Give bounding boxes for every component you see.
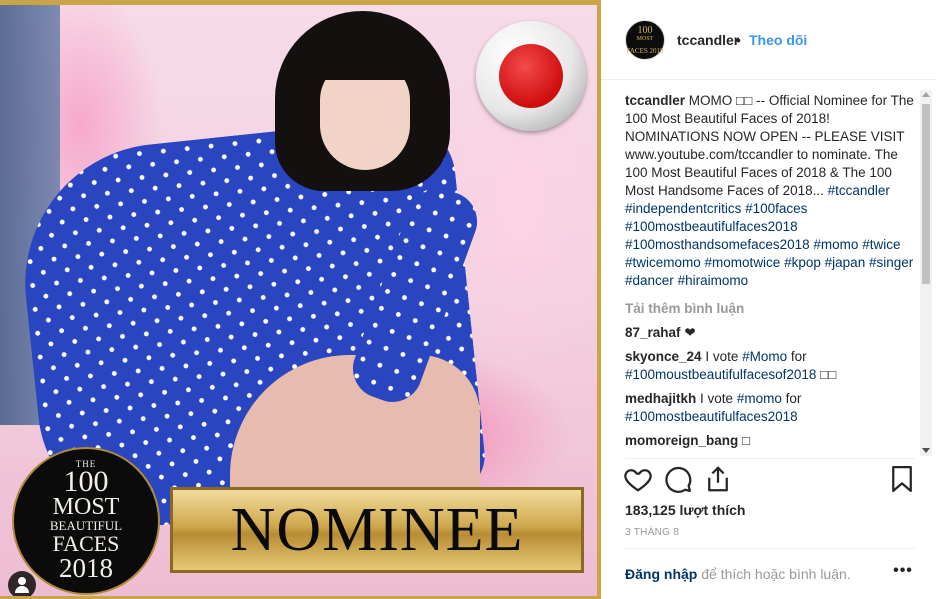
header-username[interactable]: tccandler [677,32,739,48]
person-icon-head [18,577,26,585]
avatar-line: MOST [636,36,654,42]
comment-icon[interactable] [663,464,695,496]
comment-text: for [781,391,802,406]
avatar[interactable]: 100 MOST FACES 2018 [625,20,665,60]
person-icon[interactable] [8,571,36,596]
hashtag-link[interactable]: #100mosthandsomefaces2018 [625,237,810,252]
avatar-line: FACES 2018 [626,47,664,55]
load-more-comments-button[interactable]: Tải thêm bình luận [625,300,915,318]
comments-scrollbar[interactable] [920,90,932,456]
bangs [300,25,430,80]
badge-line: MOST [52,494,120,520]
login-prompt: Đăng nhập để thích hoặc bình luận. [625,566,851,582]
hashtag-link[interactable]: #independentcritics [625,201,741,216]
flag-sun [499,44,563,108]
divider [625,548,915,549]
hashtag-link[interactable]: #hiraimomo [678,273,749,288]
most-beautiful-faces-badge: THE 100 MOST BEAUTIFUL FACES 2018 [12,447,160,595]
post-side-panel: 100 MOST FACES 2018 tccandler • Theo dõi… [601,0,936,599]
follow-button[interactable]: Theo dõi [749,32,807,48]
scroll-down-arrow-icon[interactable] [922,448,930,453]
hashtag-link[interactable]: #japan [825,255,866,270]
hashtag-link[interactable]: #100faces [745,201,807,216]
post-header: 100 MOST FACES 2018 tccandler • Theo dõi [601,0,936,80]
divider [625,458,915,459]
hashtag-link[interactable]: #tccandler [828,183,890,198]
more-options-button[interactable]: ••• [891,562,915,582]
comment-username[interactable]: medhajitkh [625,391,696,406]
post-photo[interactable]: THE 100 MOST BEAUTIFUL FACES 2018 NOMINE… [0,0,601,599]
post-date[interactable]: 3 THÁNG 8 [625,527,679,538]
hashtag-link[interactable]: #100mostbeautifulfaces2018 [625,219,798,234]
login-prompt-text: để thích hoặc bình luận. [697,566,851,582]
heart-icon[interactable] [623,464,655,496]
comment: 87_rahaf ❤ [625,324,915,342]
hashtag-link[interactable]: #Momo [742,349,787,364]
hashtag-link[interactable]: #twice [862,237,900,252]
comment-text: □ [742,433,751,448]
caption-hashtags: #tccandler #independentcritics #100faces… [625,183,913,288]
comments-list[interactable]: tccandler MOMO □□ -- Official Nominee fo… [625,90,915,454]
comment-text: I vote [705,349,743,364]
caption: tccandler MOMO □□ -- Official Nominee fo… [625,90,915,290]
scrollbar-thumb[interactable] [922,104,930,284]
comment-username[interactable]: momoreign_bang [625,433,738,448]
login-link[interactable]: Đăng nhập [625,566,697,582]
hashtag-link[interactable]: #kpop [784,255,821,270]
likes-count[interactable]: 183,125 lượt thích [625,502,745,518]
hashtag-link[interactable]: #singer [869,255,913,270]
comment: skyonce_24 I vote #Momo for #100moustbea… [625,348,915,384]
person-icon-body [15,586,29,593]
heart-emoji: ❤ [684,325,696,340]
hashtag-link[interactable]: #dancer [625,273,674,288]
comment-username[interactable]: skyonce_24 [625,349,702,364]
bookmark-icon[interactable] [887,464,919,496]
header-separator: • [736,32,741,48]
avatar-line: 100 [637,25,653,36]
badge-line: 2018 [59,553,113,583]
badge-line: 100 [63,465,109,498]
caption-username[interactable]: tccandler [625,93,685,108]
comment: momoreign_bang □ [625,432,915,450]
hashtag-link[interactable]: #momo [813,237,858,252]
comment-text: I vote [700,391,737,406]
hashtag-link[interactable]: #twicemomo [625,255,701,270]
comment-text: for [787,349,807,364]
japan-flag-icon [476,21,586,131]
scroll-up-arrow-icon[interactable] [922,92,930,97]
comment-text: □□ [816,367,837,382]
comment: medhajitkh I vote #momo for #100mostbeau… [625,390,915,426]
hashtag-link[interactable]: #100mostbeautifulfaces2018 [625,409,798,424]
hashtag-link[interactable]: #momo [737,391,782,406]
nominee-banner: NOMINEE [170,487,584,573]
comment-username[interactable]: 87_rahaf [625,325,681,340]
share-icon[interactable] [703,464,735,496]
hashtag-link[interactable]: #momotwice [705,255,781,270]
action-bar [619,464,919,498]
hashtag-link[interactable]: #100moustbeautifulfacesof2018 [625,367,816,382]
